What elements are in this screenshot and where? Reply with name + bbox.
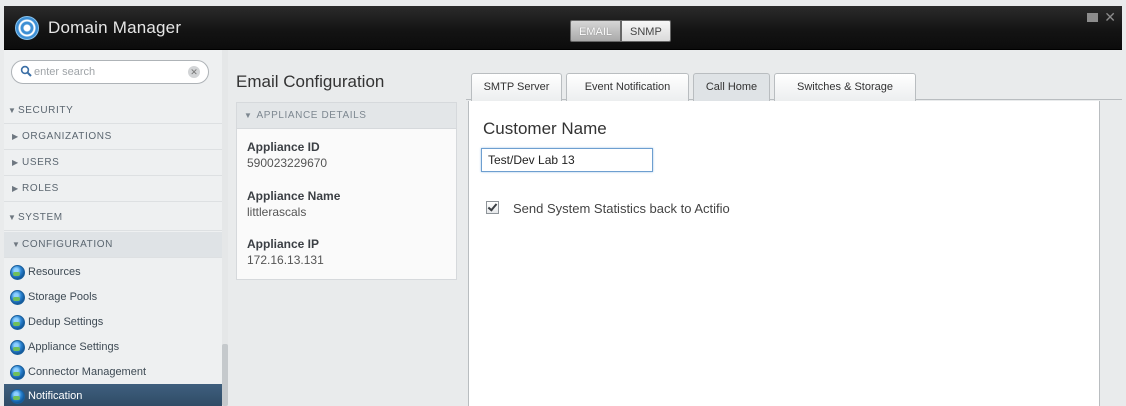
- nav-organizations-label: ORGANIZATIONS: [22, 131, 112, 142]
- sidebar-item-label: Notification: [28, 390, 83, 402]
- app-title: Domain Manager: [48, 18, 182, 37]
- sidebar-item-label: Appliance Settings: [28, 341, 120, 353]
- appliance-ip-value: 172.16.13.131: [247, 253, 324, 267]
- page-title: Email Configuration: [236, 72, 385, 91]
- sidebar-item-resources[interactable]: Resources: [4, 260, 227, 285]
- chevron-right-icon: ▶: [12, 158, 19, 167]
- nav-organizations[interactable]: ▶ ORGANIZATIONS: [4, 124, 227, 150]
- sidebar: ✕ ▼SECURITY ▶ORGANIZATIONS ▶USERS ▶ROLES…: [4, 50, 228, 406]
- nav-roles-label: ROLES: [22, 183, 59, 194]
- tab-switches-storage[interactable]: Switches & Storage: [774, 73, 916, 101]
- search-box: ✕: [11, 60, 209, 84]
- chevron-down-icon: ▼: [8, 106, 17, 115]
- sidebar-item-notification[interactable]: Notification: [4, 384, 227, 406]
- appliance-ip-label: Appliance IP: [247, 237, 320, 251]
- customer-name-input[interactable]: [481, 148, 653, 172]
- nav-configuration-label: CONFIGURATION: [22, 239, 113, 250]
- snmp-mode-button[interactable]: SNMP: [621, 20, 671, 42]
- mode-switch: EMAIL SNMP: [570, 20, 671, 42]
- sidebar-item-label: Connector Management: [28, 366, 147, 378]
- chevron-down-icon: ▼: [8, 213, 17, 222]
- nav-roles[interactable]: ▶ ROLES: [4, 176, 227, 202]
- chevron-down-icon: ▼: [244, 111, 253, 120]
- title-bar: Domain Manager EMAIL SNMP ✕: [4, 6, 1122, 50]
- tab-smtp-server[interactable]: SMTP Server: [471, 73, 562, 101]
- appliance-details-header[interactable]: ▼ APPLIANCE DETAILS: [237, 103, 456, 129]
- send-statistics-checkbox[interactable]: [486, 201, 499, 214]
- window-controls: ✕: [1087, 10, 1116, 24]
- appliance-id-value: 590023229670: [247, 156, 328, 170]
- nav-system-label: SYSTEM: [18, 212, 63, 223]
- sidebar-item-storage-pools[interactable]: Storage Pools: [4, 285, 227, 310]
- globe-icon: [10, 290, 25, 305]
- send-statistics-label[interactable]: Send System Statistics back to Actifio: [513, 201, 730, 216]
- globe-icon: [10, 389, 25, 404]
- email-mode-button[interactable]: EMAIL: [570, 20, 622, 42]
- tab-event-notification[interactable]: Event Notification: [566, 73, 689, 101]
- clear-search-icon[interactable]: ✕: [188, 66, 200, 78]
- chevron-right-icon: ▶: [12, 132, 19, 141]
- tab-strip: SMTP Server Event Notification Call Home…: [466, 68, 1122, 102]
- right-gutter: [1101, 101, 1122, 406]
- call-home-panel: Customer Name Send System Statistics bac…: [468, 101, 1100, 406]
- sidebar-item-label: Storage Pools: [28, 291, 98, 303]
- sidebar-item-appliance-settings[interactable]: Appliance Settings: [4, 335, 227, 360]
- check-icon: [487, 201, 498, 212]
- sidebar-item-label: Dedup Settings: [28, 316, 104, 328]
- nav-users[interactable]: ▶ USERS: [4, 150, 227, 176]
- chevron-down-icon: ▼: [12, 240, 21, 249]
- close-icon[interactable]: ✕: [1104, 10, 1116, 24]
- sidebar-item-dedup-settings[interactable]: Dedup Settings: [4, 310, 227, 335]
- sidebar-item-connector-management[interactable]: Connector Management: [4, 360, 227, 385]
- nav-system[interactable]: ▼SYSTEM: [4, 205, 227, 231]
- globe-icon: [10, 365, 25, 380]
- globe-icon: [10, 315, 25, 330]
- chevron-right-icon: ▶: [12, 184, 19, 193]
- customer-name-heading: Customer Name: [483, 119, 607, 138]
- appliance-name-value: littlerascals: [247, 205, 307, 219]
- minimize-icon[interactable]: [1087, 13, 1099, 22]
- nav-configuration[interactable]: ▼CONFIGURATION: [4, 232, 227, 258]
- appliance-name-label: Appliance Name: [247, 189, 341, 203]
- appliance-details-panel: ▼ APPLIANCE DETAILS Appliance ID 59002322…: [236, 102, 457, 280]
- globe-icon: [10, 265, 25, 280]
- nav-users-label: USERS: [22, 157, 60, 168]
- sidebar-item-label: Resources: [28, 266, 81, 278]
- appliance-details-title: APPLIANCE DETAILS: [256, 110, 367, 121]
- app-logo-icon: [15, 16, 39, 40]
- appliance-id-label: Appliance ID: [247, 140, 320, 154]
- search-input[interactable]: [34, 63, 184, 81]
- globe-icon: [10, 340, 25, 355]
- nav-security[interactable]: ▼SECURITY: [4, 98, 227, 124]
- sidebar-scrollbar-thumb[interactable]: [222, 344, 228, 406]
- nav-security-label: SECURITY: [18, 105, 74, 116]
- tab-call-home[interactable]: Call Home: [693, 73, 770, 102]
- search-icon: [20, 65, 32, 77]
